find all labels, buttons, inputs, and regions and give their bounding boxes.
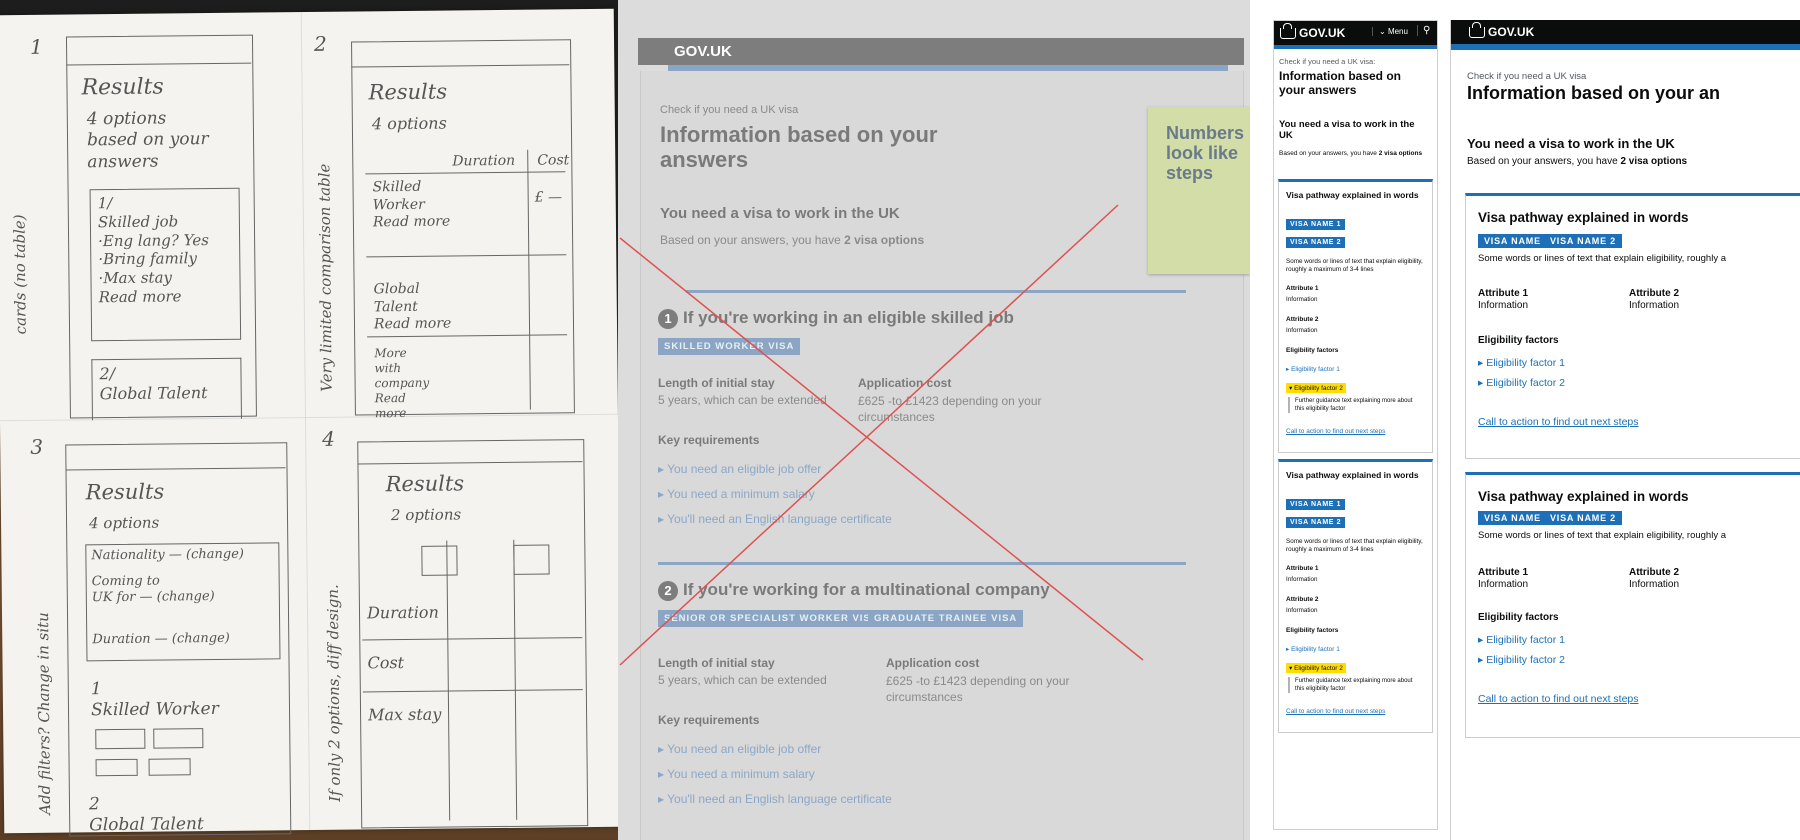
govuk-mocks: GOV.UK ⌄ Menu ⚲ Check if you need a UK v… [1250, 0, 1800, 840]
visa-card: Visa pathway explained in words VISA NAM… [1465, 472, 1800, 738]
sketch-paper: 1 Results 4 options based on your answer… [0, 8, 618, 837]
eligibility-factor-toggle[interactable]: ▸ Eligibility factor 1 [1478, 357, 1565, 369]
eligibility-factor-toggle[interactable]: ▸ Eligibility factor 2 [1478, 377, 1565, 389]
crown-icon [1469, 22, 1485, 39]
menu-button[interactable]: ⌄ Menu [1372, 27, 1408, 36]
cta-link[interactable]: Call to action to find out next steps [1286, 428, 1385, 435]
eligibility-factor-toggle[interactable]: ▸ Eligibility factor 2 [1478, 654, 1565, 666]
page-title: Information based on your an [1467, 83, 1721, 103]
page-title: Information based on your answers [1279, 69, 1402, 97]
govuk-logo[interactable]: GOV.UK [1280, 23, 1345, 40]
govuk-header: GOV.UK ⌄ Menu ⚲ [1274, 21, 1437, 45]
sketch-card-text: 1/ Skilled job ·Eng lang? Yes ·Bring fam… [97, 194, 209, 306]
eligibility-factor-toggle[interactable]: ▸ Eligibility factor 1 [1286, 645, 1340, 653]
cta-link[interactable]: Call to action to find out next steps [1478, 693, 1639, 705]
sketch-title: Results [81, 74, 164, 101]
frame-number: 2 [313, 31, 327, 56]
frame-number: 3 [30, 434, 44, 459]
sketch-note: cards (no table) [10, 214, 30, 335]
visa-card: Visa pathway explained in words VISA NAM… [1465, 193, 1800, 459]
sketch-frame-4 [357, 439, 589, 829]
eligibility-factor-toggle[interactable]: ▸ Eligibility factor 1 [1286, 365, 1340, 373]
frame-number: 1 [29, 34, 43, 59]
chevron-down-icon: ⌄ [1379, 27, 1386, 36]
cta-link[interactable]: Call to action to find out next steps [1286, 708, 1385, 715]
govuk-logo[interactable]: GOV.UK [1469, 22, 1534, 39]
sketch-card-2: 2/ Global Talent [99, 364, 208, 404]
govuk-header: GOV.UK [1451, 20, 1800, 44]
sketch-subtitle: 4 options [371, 113, 447, 134]
mobile-mock: GOV.UK ⌄ Menu ⚲ Check if you need a UK v… [1273, 20, 1438, 830]
visa-card: Visa pathway explained in words VISA NAM… [1278, 459, 1433, 733]
sticky-note: Numbers look like steps [1148, 107, 1250, 274]
sketch-photo: 1 Results 4 options based on your answer… [0, 0, 618, 840]
eligibility-factor-toggle[interactable]: ▾ Eligibility factor 2 [1286, 663, 1346, 673]
cta-link[interactable]: Call to action to find out next steps [1478, 416, 1639, 428]
sketch-subtitle: 4 options based on your answers [86, 108, 209, 172]
frame-number: 4 [322, 426, 336, 451]
visa-card: Visa pathway explained in words VISA NAM… [1278, 179, 1433, 453]
desktop-mock: GOV.UK Check if you need a UK visa Infor… [1450, 20, 1800, 840]
search-icon[interactable]: ⚲ [1417, 25, 1430, 36]
eligibility-factor-toggle[interactable]: ▾ Eligibility factor 2 [1286, 383, 1346, 393]
eligibility-factor-toggle[interactable]: ▸ Eligibility factor 1 [1478, 634, 1565, 646]
sketch-title: Results [368, 79, 448, 105]
crown-icon [1280, 23, 1296, 40]
